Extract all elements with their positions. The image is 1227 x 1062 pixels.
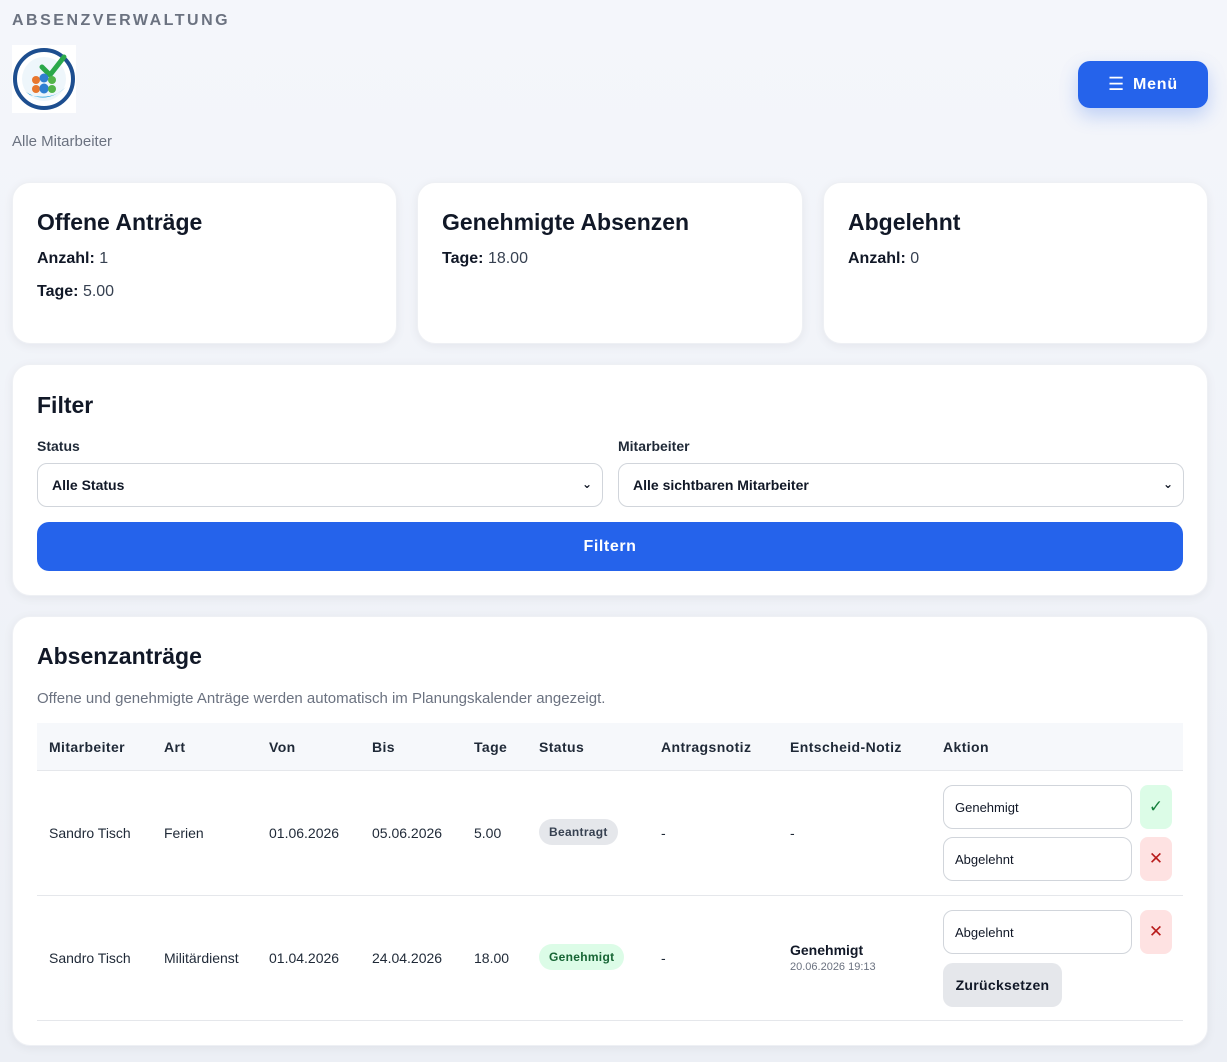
clock-people-logo-icon xyxy=(13,48,75,110)
reject-note-value: Abgelehnt xyxy=(955,851,1014,867)
stat-title: Abgelehnt xyxy=(848,209,961,235)
status-filter-label: Status xyxy=(37,438,80,454)
requests-hint: Offene und genehmigte Anträge werden aut… xyxy=(37,690,606,707)
stat-card-approved: Genehmigte Absenzen Tage: 18.00 xyxy=(417,182,803,344)
close-icon: ✕ xyxy=(1148,849,1164,868)
cell-request-note: - xyxy=(661,950,666,966)
cell-type: Militärdienst xyxy=(164,950,239,966)
cell-from: 01.06.2026 xyxy=(269,825,340,841)
cell-to: 24.04.2026 xyxy=(372,950,443,966)
column-header-decision-note: Entscheid-Notiz xyxy=(790,739,902,755)
filter-card: Filter Status Alle Status ⌄ Mitarbeiter … xyxy=(12,364,1208,596)
stat-line-count: Anzahl: 0 xyxy=(848,250,1207,268)
app-logo xyxy=(12,45,76,113)
app-title: ABSENZVERWALTUNG xyxy=(12,12,231,29)
stat-line-count: Anzahl: 1 xyxy=(37,250,396,268)
approve-button[interactable]: ✓ xyxy=(1140,785,1172,829)
cell-days: 18.00 xyxy=(474,950,510,966)
reject-button[interactable]: ✕ xyxy=(1140,910,1172,954)
reject-note-value: Abgelehnt xyxy=(955,924,1014,940)
table-header: Mitarbeiter Art Von Bis Tage Status Antr… xyxy=(37,723,1183,771)
filter-title: Filter xyxy=(37,392,94,418)
cell-employee: Sandro Tisch xyxy=(49,950,131,966)
column-header-request-note: Antragsnotiz xyxy=(661,739,752,755)
status-select-value: Alle Status xyxy=(52,477,125,493)
reject-note-input[interactable]: Abgelehnt xyxy=(943,837,1132,881)
employee-select[interactable]: Alle sichtbaren Mitarbeiter ⌄ xyxy=(618,463,1184,507)
column-header-to: Bis xyxy=(372,739,395,755)
cell-decision-note: - xyxy=(790,825,795,841)
hamburger-icon: ☰ xyxy=(1108,74,1125,94)
requests-card: Absenzanträge Offene und genehmigte Antr… xyxy=(12,616,1208,1046)
check-icon: ✓ xyxy=(1148,797,1164,816)
cell-employee: Sandro Tisch xyxy=(49,825,131,841)
chevron-down-icon: ⌄ xyxy=(581,477,592,491)
cell-days: 5.00 xyxy=(474,825,502,841)
stat-line-days: Tage: 18.00 xyxy=(442,250,802,268)
employee-filter-label: Mitarbeiter xyxy=(618,438,690,454)
decision-title: Genehmigt xyxy=(790,942,864,958)
table-row: Sandro Tisch Ferien 01.06.2026 05.06.202… xyxy=(37,771,1183,896)
stat-value: 18.00 xyxy=(487,250,528,267)
stat-value: 0 xyxy=(910,250,920,267)
page-subtitle: Alle Mitarbeiter xyxy=(12,133,113,150)
cell-to: 05.06.2026 xyxy=(372,825,443,841)
menu-button[interactable]: ☰ Menü xyxy=(1078,61,1208,108)
filter-button[interactable]: Filtern xyxy=(37,522,1183,571)
approve-note-input[interactable]: Genehmigt xyxy=(943,785,1132,829)
stat-title: Offene Anträge xyxy=(37,209,203,235)
cell-from: 01.04.2026 xyxy=(269,950,340,966)
close-icon: ✕ xyxy=(1148,922,1164,941)
stat-card-open: Offene Anträge Anzahl: 1 Tage: 5.00 xyxy=(12,182,397,344)
stat-label: Tage: xyxy=(442,250,484,267)
approve-note-value: Genehmigt xyxy=(955,799,1019,815)
column-header-status: Status xyxy=(539,739,585,755)
status-badge: Beantragt xyxy=(539,819,618,845)
reject-note-input[interactable]: Abgelehnt xyxy=(943,910,1132,954)
column-header-days: Tage xyxy=(474,739,508,755)
stat-label: Anzahl: xyxy=(37,250,95,267)
column-header-employee: Mitarbeiter xyxy=(49,739,125,755)
stat-value: 1 xyxy=(99,250,109,267)
status-select[interactable]: Alle Status ⌄ xyxy=(37,463,603,507)
employee-select-value: Alle sichtbaren Mitarbeiter xyxy=(633,477,809,493)
reject-button[interactable]: ✕ xyxy=(1140,837,1172,881)
column-header-from: Von xyxy=(269,739,296,755)
reset-button[interactable]: Zurücksetzen xyxy=(943,963,1062,1007)
decision-timestamp: 20.06.2026 19:13 xyxy=(790,961,876,973)
stat-label: Tage: xyxy=(37,283,79,300)
requests-title: Absenzanträge xyxy=(37,643,202,669)
menu-button-label: Menü xyxy=(1132,75,1178,93)
stat-title: Genehmigte Absenzen xyxy=(442,209,690,235)
column-header-type: Art xyxy=(164,739,186,755)
status-badge: Genehmigt xyxy=(539,944,625,970)
cell-type: Ferien xyxy=(164,825,204,841)
chevron-down-icon: ⌄ xyxy=(1162,477,1173,491)
stat-card-rejected: Abgelehnt Anzahl: 0 xyxy=(823,182,1208,344)
stat-line-days: Tage: 5.00 xyxy=(37,283,396,301)
stat-value: 5.00 xyxy=(82,283,115,300)
column-header-action: Aktion xyxy=(943,739,989,755)
stat-label: Anzahl: xyxy=(848,250,906,267)
cell-request-note: - xyxy=(661,825,666,841)
table-row: Sandro Tisch Militärdienst 01.04.2026 24… xyxy=(37,896,1183,1021)
